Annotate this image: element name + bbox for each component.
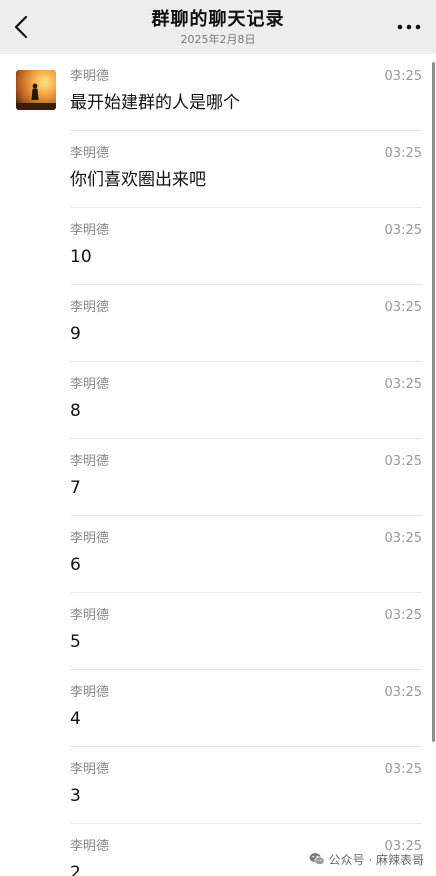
message-time: 03:25 bbox=[384, 531, 422, 546]
back-button[interactable] bbox=[10, 13, 34, 41]
sender-name: 李明德 bbox=[70, 300, 110, 315]
message-item[interactable]: 李明德 03:25 3 bbox=[0, 747, 436, 824]
message-item[interactable]: 李明德 03:25 4 bbox=[0, 670, 436, 747]
message-item[interactable]: 李明德 03:25 5 bbox=[0, 593, 436, 670]
more-button[interactable] bbox=[396, 17, 422, 37]
message-text[interactable]: 5 bbox=[70, 630, 81, 654]
message-time: 03:25 bbox=[384, 223, 422, 238]
message-item[interactable]: 李明德 03:25 8 bbox=[0, 362, 436, 439]
message-text[interactable]: 9 bbox=[70, 322, 81, 346]
message-time: 03:25 bbox=[384, 608, 422, 623]
message-text[interactable]: 8 bbox=[70, 399, 81, 423]
page-title: 群聊的聊天记录 bbox=[151, 9, 285, 30]
chevron-left-icon bbox=[14, 15, 28, 39]
sender-name: 李明德 bbox=[70, 223, 110, 238]
scrollbar[interactable] bbox=[432, 62, 435, 742]
more-dots-icon bbox=[397, 24, 421, 30]
message-text[interactable]: 最开始建群的人是哪个 bbox=[70, 91, 240, 115]
message-text[interactable]: 4 bbox=[70, 707, 81, 731]
sender-name: 李明德 bbox=[70, 146, 110, 161]
message-time: 03:25 bbox=[384, 454, 422, 469]
sender-name: 李明德 bbox=[70, 762, 110, 777]
sender-name: 李明德 bbox=[70, 608, 110, 623]
sender-name: 李明德 bbox=[70, 69, 110, 84]
message-text[interactable]: 你们喜欢圈出来吧 bbox=[70, 168, 206, 192]
message-list[interactable]: 李明德 03:25 最开始建群的人是哪个 李明德 03:25 你们喜欢圈出来吧 … bbox=[0, 54, 436, 876]
message-time: 03:25 bbox=[384, 300, 422, 315]
message-item[interactable]: 李明德 03:25 6 bbox=[0, 516, 436, 593]
title-block: 群聊的聊天记录 2025年2月8日 bbox=[80, 8, 356, 47]
sender-name: 李明德 bbox=[70, 377, 110, 392]
message-item[interactable]: 李明德 03:25 你们喜欢圈出来吧 bbox=[0, 131, 436, 208]
sender-name: 李明德 bbox=[70, 531, 110, 546]
sender-name: 李明德 bbox=[70, 839, 110, 854]
message-item[interactable]: 李明德 03:25 7 bbox=[0, 439, 436, 516]
message-time: 03:25 bbox=[384, 762, 422, 777]
message-item[interactable]: 李明德 03:25 9 bbox=[0, 285, 436, 362]
avatar[interactable] bbox=[16, 70, 56, 110]
message-item[interactable]: 李明德 03:25 10 bbox=[0, 208, 436, 285]
page-date: 2025年2月8日 bbox=[180, 33, 256, 46]
watermark: 公众号 · 麻辣表哥 bbox=[308, 850, 424, 868]
message-time: 03:25 bbox=[384, 685, 422, 700]
message-time: 03:25 bbox=[384, 69, 422, 84]
wechat-icon bbox=[309, 853, 325, 866]
message-text[interactable]: 6 bbox=[70, 553, 81, 577]
message-text[interactable]: 10 bbox=[70, 245, 92, 269]
message-text[interactable]: 2 bbox=[70, 861, 81, 876]
message-text[interactable]: 3 bbox=[70, 784, 81, 808]
sender-name: 李明德 bbox=[70, 454, 110, 469]
watermark-text: 公众号 · 麻辣表哥 bbox=[328, 852, 424, 867]
top-bar: 群聊的聊天记录 2025年2月8日 bbox=[0, 0, 436, 54]
message-text[interactable]: 7 bbox=[70, 476, 81, 500]
message-time: 03:25 bbox=[384, 146, 422, 161]
message-item[interactable]: 李明德 03:25 最开始建群的人是哪个 bbox=[0, 54, 436, 131]
message-time: 03:25 bbox=[384, 377, 422, 392]
sender-name: 李明德 bbox=[70, 685, 110, 700]
